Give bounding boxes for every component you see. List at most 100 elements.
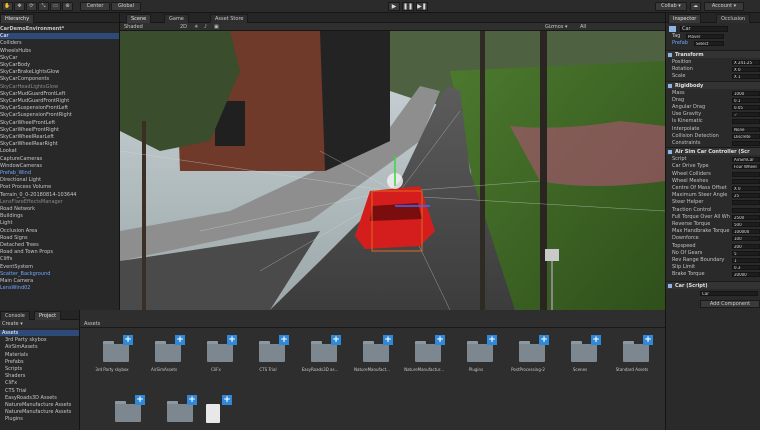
script-asset-item[interactable]: +	[202, 392, 254, 430]
property-value[interactable]: 25	[732, 193, 760, 199]
tab-inspector[interactable]: Inspector	[668, 14, 702, 23]
collab-dropdown[interactable]: Collab ▾	[655, 2, 687, 11]
hierarchy-item[interactable]: EventSystem	[0, 264, 119, 270]
tab-hierarchy[interactable]: Hierarchy	[0, 14, 35, 23]
hierarchy-item[interactable]: SkyCarWheelFrontRight	[0, 127, 119, 133]
transform-tool-icon[interactable]: ⊕	[62, 2, 73, 11]
car-script-field[interactable]: Car	[700, 290, 758, 296]
property-value[interactable]: 0.3	[732, 265, 760, 271]
hierarchy-item[interactable]: SkyCarWheelFrontLeft	[0, 120, 119, 126]
hierarchy-item[interactable]: WindowCameras	[0, 163, 119, 169]
gizmos-dropdown[interactable]: Gizmos ▾	[545, 23, 568, 31]
car-controller-component-header[interactable]: Air Sim Car Controller (Scr	[666, 147, 760, 156]
property-value[interactable]: X 241.25	[732, 60, 760, 65]
object-name-field[interactable]: Car	[680, 26, 728, 32]
step-button[interactable]: ▶❚	[416, 2, 428, 11]
hierarchy-item[interactable]: Directional Light	[0, 177, 119, 183]
space-toggle[interactable]: Global	[111, 2, 141, 11]
hierarchy-item[interactable]: Prefab_Wind	[0, 170, 119, 176]
hierarchy-item[interactable]: Light	[0, 220, 119, 226]
property-value[interactable]: 500	[732, 222, 760, 227]
hierarchy-item[interactable]: SkyCar	[0, 55, 119, 61]
folder-item[interactable]: + NatureManufactur...	[398, 332, 450, 378]
rotate-tool-icon[interactable]: ⟳	[26, 2, 37, 11]
scale-tool-icon[interactable]: ⤡	[38, 2, 49, 11]
project-folder[interactable]: 3rd Party skybox	[0, 337, 79, 343]
hierarchy-item[interactable]: Scatter_Background	[0, 271, 119, 277]
rect-tool-icon[interactable]: ▭	[50, 2, 61, 11]
property-value[interactable]: 100	[732, 236, 760, 242]
project-folder[interactable]: NatureManufacture Assets	[0, 402, 79, 408]
hierarchy-item[interactable]: Cliffs	[0, 256, 119, 262]
hierarchy-item[interactable]: Road Network	[0, 206, 119, 212]
tab-occlusion[interactable]: Occlusion	[716, 14, 751, 23]
2d-toggle[interactable]: 2D	[180, 23, 187, 31]
project-folder[interactable]: Materials	[0, 352, 79, 358]
account-dropdown[interactable]: Account ▾	[704, 2, 744, 11]
play-button[interactable]: ▶	[388, 2, 400, 11]
lighting-toggle-icon[interactable]: ☀	[194, 23, 198, 31]
folder-item[interactable]: +3rd Party skybox	[86, 332, 138, 378]
property-value[interactable]	[732, 119, 760, 125]
property-value[interactable]: ✓	[732, 112, 760, 118]
hierarchy-item[interactable]: SkyCarSuspensionFrontRight	[0, 112, 119, 118]
folder-item[interactable]: + Plugins	[450, 332, 502, 378]
project-folder[interactable]: AirSimAssets	[0, 344, 79, 350]
hierarchy-item[interactable]: SkyCarMudGuardFrontRight	[0, 98, 119, 104]
folder-item[interactable]: + PostProcessing-2	[502, 332, 554, 378]
tab-game[interactable]: Game	[164, 14, 189, 23]
folder-item[interactable]: + Standard Assets	[606, 332, 658, 378]
project-folder[interactable]: Prefabs	[0, 359, 79, 365]
folder-item[interactable]: + EasyRoads3D as...	[294, 332, 346, 378]
property-value[interactable]: 1	[732, 258, 760, 263]
rigidbody-component-header[interactable]: Rigidbody	[666, 80, 760, 89]
folder-item[interactable]: + AirSimAssets	[138, 332, 190, 378]
hierarchy-item[interactable]: WheelsHubs	[0, 48, 119, 54]
folder-item[interactable]: +	[150, 392, 202, 430]
hierarchy-item[interactable]: Car	[0, 33, 119, 40]
cloud-icon[interactable]: ☁	[690, 2, 701, 11]
scene-viewport[interactable]	[120, 31, 665, 310]
property-value[interactable]	[732, 200, 760, 206]
property-value[interactable]: 20000	[732, 272, 760, 278]
hierarchy-item[interactable]: SkyCarSuspensionFrontLeft	[0, 105, 119, 111]
property-value[interactable]: X 0	[732, 186, 760, 191]
property-value[interactable]: 2500	[732, 214, 760, 220]
assets-breadcrumb-label[interactable]: Assets	[84, 320, 100, 328]
tab-console[interactable]: Console	[0, 311, 30, 320]
shading-dropdown[interactable]: Shaded	[124, 23, 143, 31]
hierarchy-item[interactable]: Terrain_0_0-20180814-103644	[0, 192, 119, 198]
hierarchy-item[interactable]: Post Process Volume	[0, 184, 119, 190]
hierarchy-item[interactable]: Road and Town Props	[0, 249, 119, 255]
folder-item[interactable]: + CliFx	[190, 332, 242, 378]
property-value[interactable]	[732, 141, 760, 146]
hierarchy-item[interactable]: SkyCarComponents	[0, 76, 119, 82]
hierarchy-item[interactable]: Buildings	[0, 213, 119, 219]
transform-component-header[interactable]: Transform	[666, 50, 760, 58]
project-folder[interactable]: EasyRoads3D Assets	[0, 395, 79, 401]
hierarchy-item[interactable]: Colliders	[0, 40, 119, 46]
hierarchy-item[interactable]: Main Camera	[0, 278, 119, 284]
folder-item[interactable]: + NatureManufact...	[346, 332, 398, 378]
project-folder[interactable]: Plugins	[0, 416, 79, 422]
property-value[interactable]: AirSimCar	[732, 157, 760, 163]
hierarchy-item[interactable]: LensWind02	[0, 285, 119, 291]
property-value[interactable]	[732, 178, 760, 184]
audio-toggle-icon[interactable]: ♪	[204, 23, 207, 31]
property-value[interactable]: 100000	[732, 229, 760, 235]
prefab-select-button[interactable]: Select	[694, 41, 724, 46]
hierarchy-item[interactable]: Detached Trees	[0, 242, 119, 248]
hierarchy-item[interactable]: CarDemoEnvironment*	[0, 26, 119, 32]
hierarchy-item[interactable]: SkyCarWheelRearRight	[0, 141, 119, 147]
project-folder[interactable]: CliFx	[0, 380, 79, 386]
property-value[interactable]	[732, 171, 760, 177]
hierarchy-item[interactable]: Lookat	[0, 148, 119, 154]
tab-asset-store[interactable]: Asset Store	[210, 14, 249, 23]
folder-item[interactable]: + Scenes	[554, 332, 606, 378]
project-folder[interactable]: Scripts	[0, 366, 79, 372]
property-value[interactable]: 5	[732, 250, 760, 256]
hierarchy-item[interactable]: Road Signs	[0, 235, 119, 241]
tab-scene[interactable]: Scene	[126, 14, 152, 23]
property-value[interactable]: X 0	[732, 67, 760, 73]
property-value[interactable]	[732, 207, 760, 213]
